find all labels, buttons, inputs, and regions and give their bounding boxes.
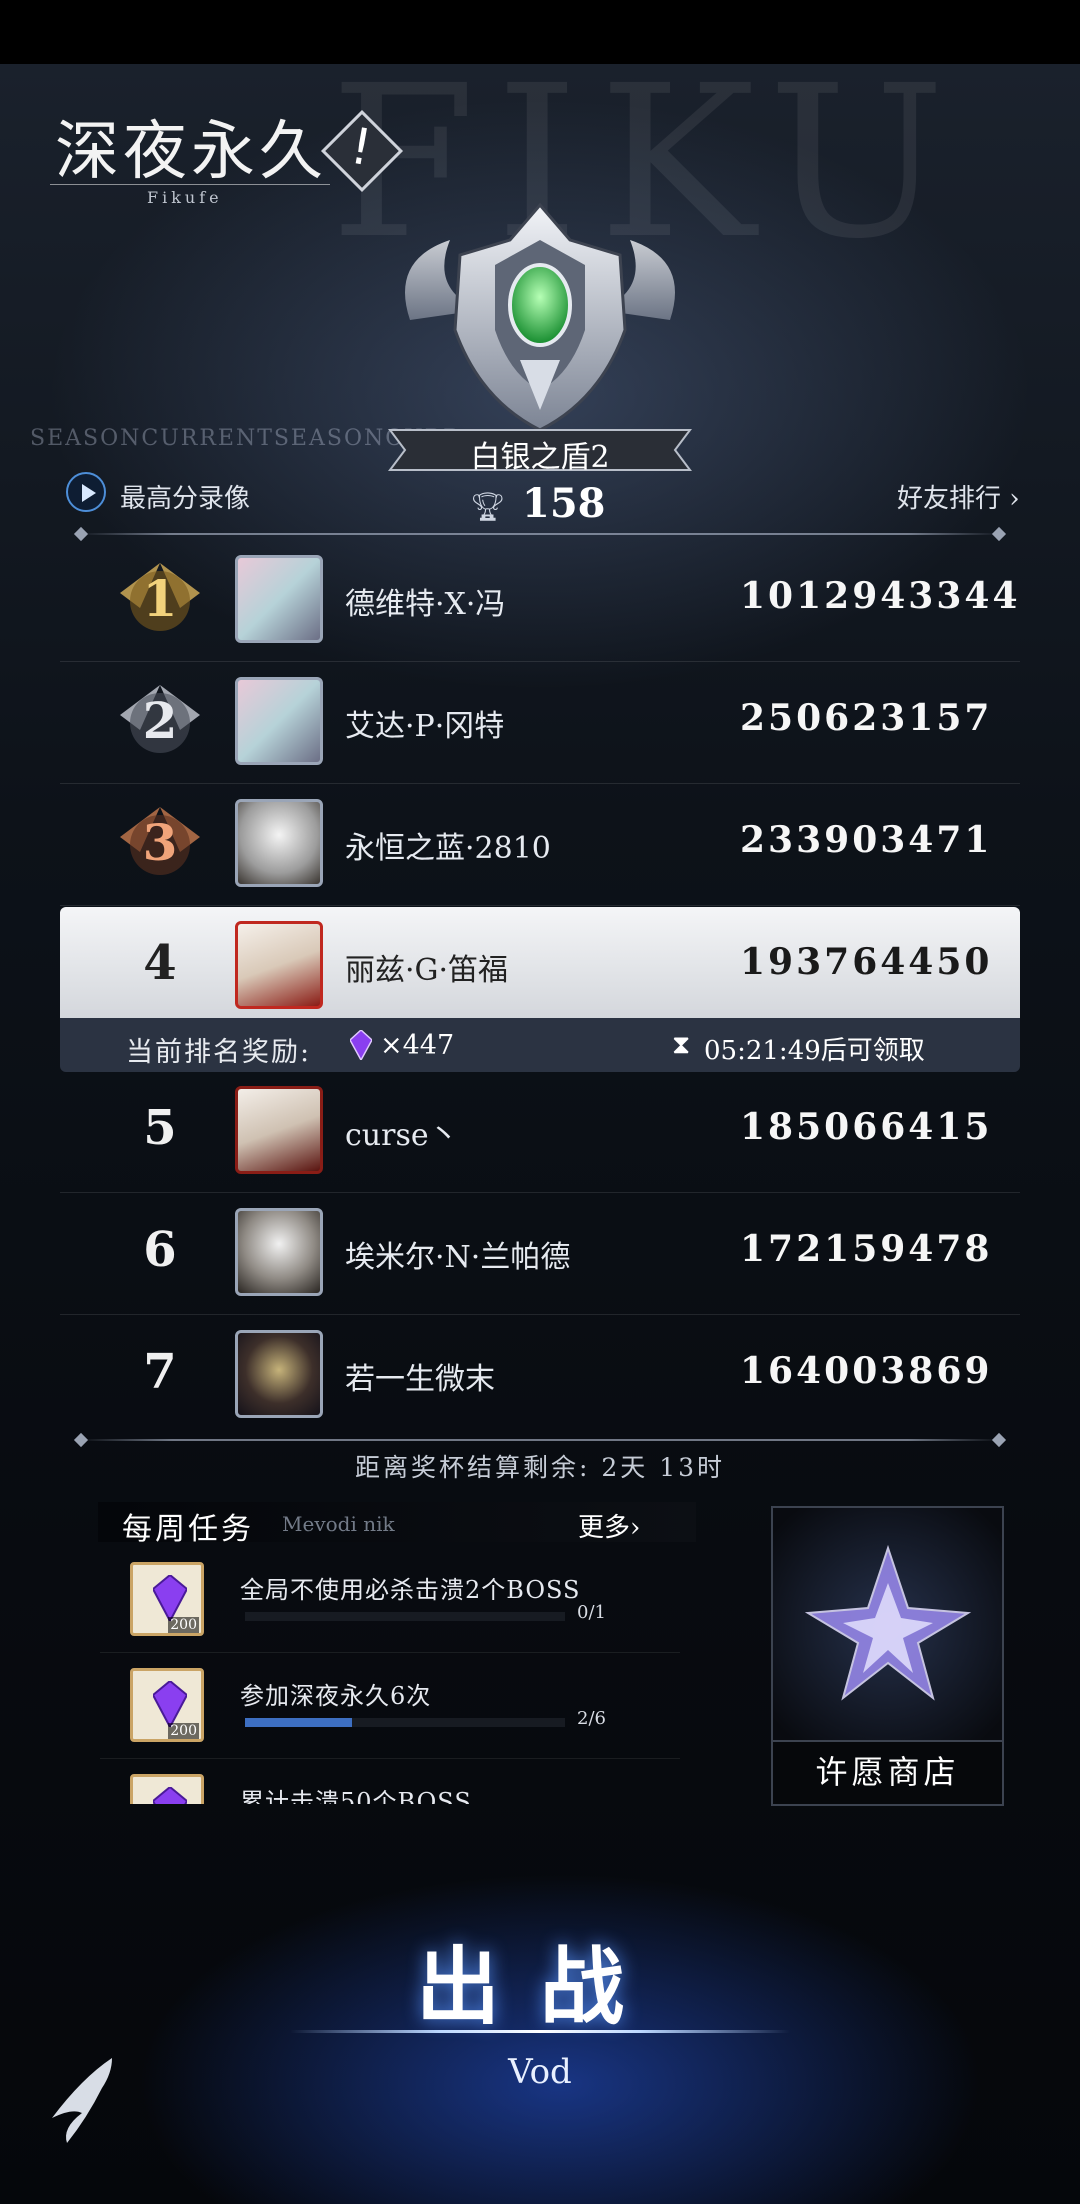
task-text: 全局不使用必杀击溃2个BOSS: [240, 1576, 581, 1604]
player-name: 德维特·X·冯: [345, 587, 506, 622]
hourglass-icon: ⧗: [672, 1030, 691, 1060]
player-name: 埃米尔·N·兰帕德: [345, 1240, 571, 1275]
player-score: 185066415: [740, 1106, 993, 1148]
leaderboard-row[interactable]: 2 艾达·P·冈特 250623157: [60, 663, 1020, 784]
wing-menu-icon[interactable]: [42, 2048, 122, 2148]
leaderboard-row[interactable]: 5 curse丶 185066415: [60, 1072, 1020, 1193]
rank-number: 1: [142, 569, 178, 628]
avatar[interactable]: [235, 1330, 323, 1418]
rank-number: 6: [143, 1222, 177, 1278]
bronze-medal-icon: 3: [110, 797, 210, 887]
task-text: 参加深夜永久6次: [240, 1682, 432, 1710]
weekly-task-item[interactable]: 200 累计击溃50个BOSS: [130, 1774, 660, 1804]
player-score: 1012943344: [740, 575, 1021, 617]
game-logo: 深夜永久 Fikufe: [50, 100, 330, 207]
game-title: 深夜永久: [55, 115, 327, 189]
avatar[interactable]: [235, 677, 323, 765]
chevron-right-icon: ›: [1009, 484, 1020, 514]
reward-gem-icon: 200: [130, 1562, 204, 1636]
reward-gem-icon: 200: [130, 1774, 204, 1804]
task-progress-text: 0/1: [577, 1602, 606, 1623]
avatar[interactable]: [235, 555, 323, 643]
silver-medal-icon: 2: [110, 675, 210, 765]
avatar[interactable]: [235, 1086, 323, 1174]
rank-tier-name: 白银之盾2: [470, 440, 610, 475]
gold-medal-icon: 1: [110, 553, 210, 643]
current-rank-reward-bar: 当前排名奖励: ×447 ⧗ 05:21:49后可领取: [60, 1018, 1020, 1072]
divider: [100, 1758, 680, 1759]
reward-count: 200: [168, 1723, 199, 1739]
weekly-more-button[interactable]: 更多›: [578, 1507, 640, 1544]
leaderboard-row[interactable]: 7 若一生微末 164003869: [60, 1316, 1020, 1436]
player-name: 丽兹·G·笛福: [345, 953, 509, 988]
replay-label: 最高分录像: [120, 484, 251, 514]
player-score: 250623157: [740, 697, 993, 739]
leaderboard-row[interactable]: 1 德维特·X·冯 1012943344: [60, 541, 1020, 662]
reward-count: 200: [168, 1617, 199, 1633]
trophy-count: 🏆︎ 158: [470, 480, 610, 527]
trophy-icon: 🏆︎: [470, 490, 506, 523]
leaderboard-row[interactable]: 6 埃米尔·N·兰帕德 172159478: [60, 1194, 1020, 1315]
reward-gem-icon: 200: [130, 1668, 204, 1742]
weekly-task-item[interactable]: 200 参加深夜永久6次 2/6: [130, 1668, 660, 1772]
player-name: 永恒之蓝·2810: [345, 831, 551, 866]
player-name: 艾达·P·冈特: [345, 709, 505, 744]
leaderboard-row[interactable]: 3 永恒之蓝·2810 233903471: [60, 785, 1020, 906]
player-score: 193764450: [740, 941, 993, 983]
player-score: 172159478: [740, 1228, 993, 1270]
player-name: curse丶: [345, 1118, 459, 1153]
task-progress-bar: [245, 1718, 565, 1727]
player-name: 若一生微末: [345, 1362, 495, 1397]
battle-ornament-line: [290, 2030, 790, 2033]
gem-icon: [350, 1030, 372, 1060]
rank-number: 3: [142, 813, 178, 872]
task-text: 累计击溃50个BOSS: [240, 1788, 472, 1804]
rank-number: 5: [143, 1100, 177, 1156]
divider: [100, 1652, 680, 1653]
task-progress-bar: [245, 1612, 565, 1621]
battle-button[interactable]: 出战: [380, 1920, 700, 2041]
weekly-tasks-title: 每周任务: [122, 1512, 254, 1547]
divider: [80, 533, 1000, 535]
my-rank-row[interactable]: 4 丽兹·G·笛福 193764450: [60, 907, 1020, 1018]
weekly-task-item[interactable]: 200 全局不使用必杀击溃2个BOSS 0/1: [130, 1562, 660, 1666]
crystal-star-icon: [804, 1544, 972, 1701]
wish-shop-button[interactable]: 许愿商店: [771, 1506, 1004, 1806]
avatar[interactable]: [235, 1208, 323, 1296]
task-progress-fill: [245, 1718, 352, 1727]
weekly-tasks-header: 每周任务 Mevodi nik 更多›: [98, 1502, 696, 1547]
settlement-countdown: 距离奖杯结算剩余: 2天 13时: [354, 1453, 726, 1482]
player-score: 164003869: [740, 1350, 993, 1392]
vertical-season-text: SEASONCURRENTSEASONCURR: [30, 420, 460, 458]
trophy-value: 158: [522, 480, 606, 527]
player-score: 233903471: [740, 819, 993, 861]
battle-subtitle: Vod: [508, 2052, 572, 2092]
task-progress-text: 2/6: [577, 1708, 606, 1729]
rank-number: 2: [142, 691, 178, 750]
friend-ranking-button[interactable]: 好友排行 ›: [897, 478, 1020, 515]
wish-shop-label: 许愿商店: [773, 1740, 1002, 1804]
avatar[interactable]: [235, 921, 323, 1009]
divider: [80, 1439, 1000, 1441]
weekly-tasks-subtitle: Mevodi nik: [282, 1512, 395, 1536]
rank-number: 7: [143, 1344, 177, 1400]
play-icon: [66, 472, 106, 512]
reward-timer: 05:21:49后可领取: [704, 1036, 925, 1066]
reward-label: 当前排名奖励:: [126, 1037, 312, 1068]
reward-amount: ×447: [380, 1030, 455, 1061]
friend-ranking-label: 好友排行: [897, 484, 1002, 514]
rank-number: 4: [143, 935, 177, 991]
avatar[interactable]: [235, 799, 323, 887]
